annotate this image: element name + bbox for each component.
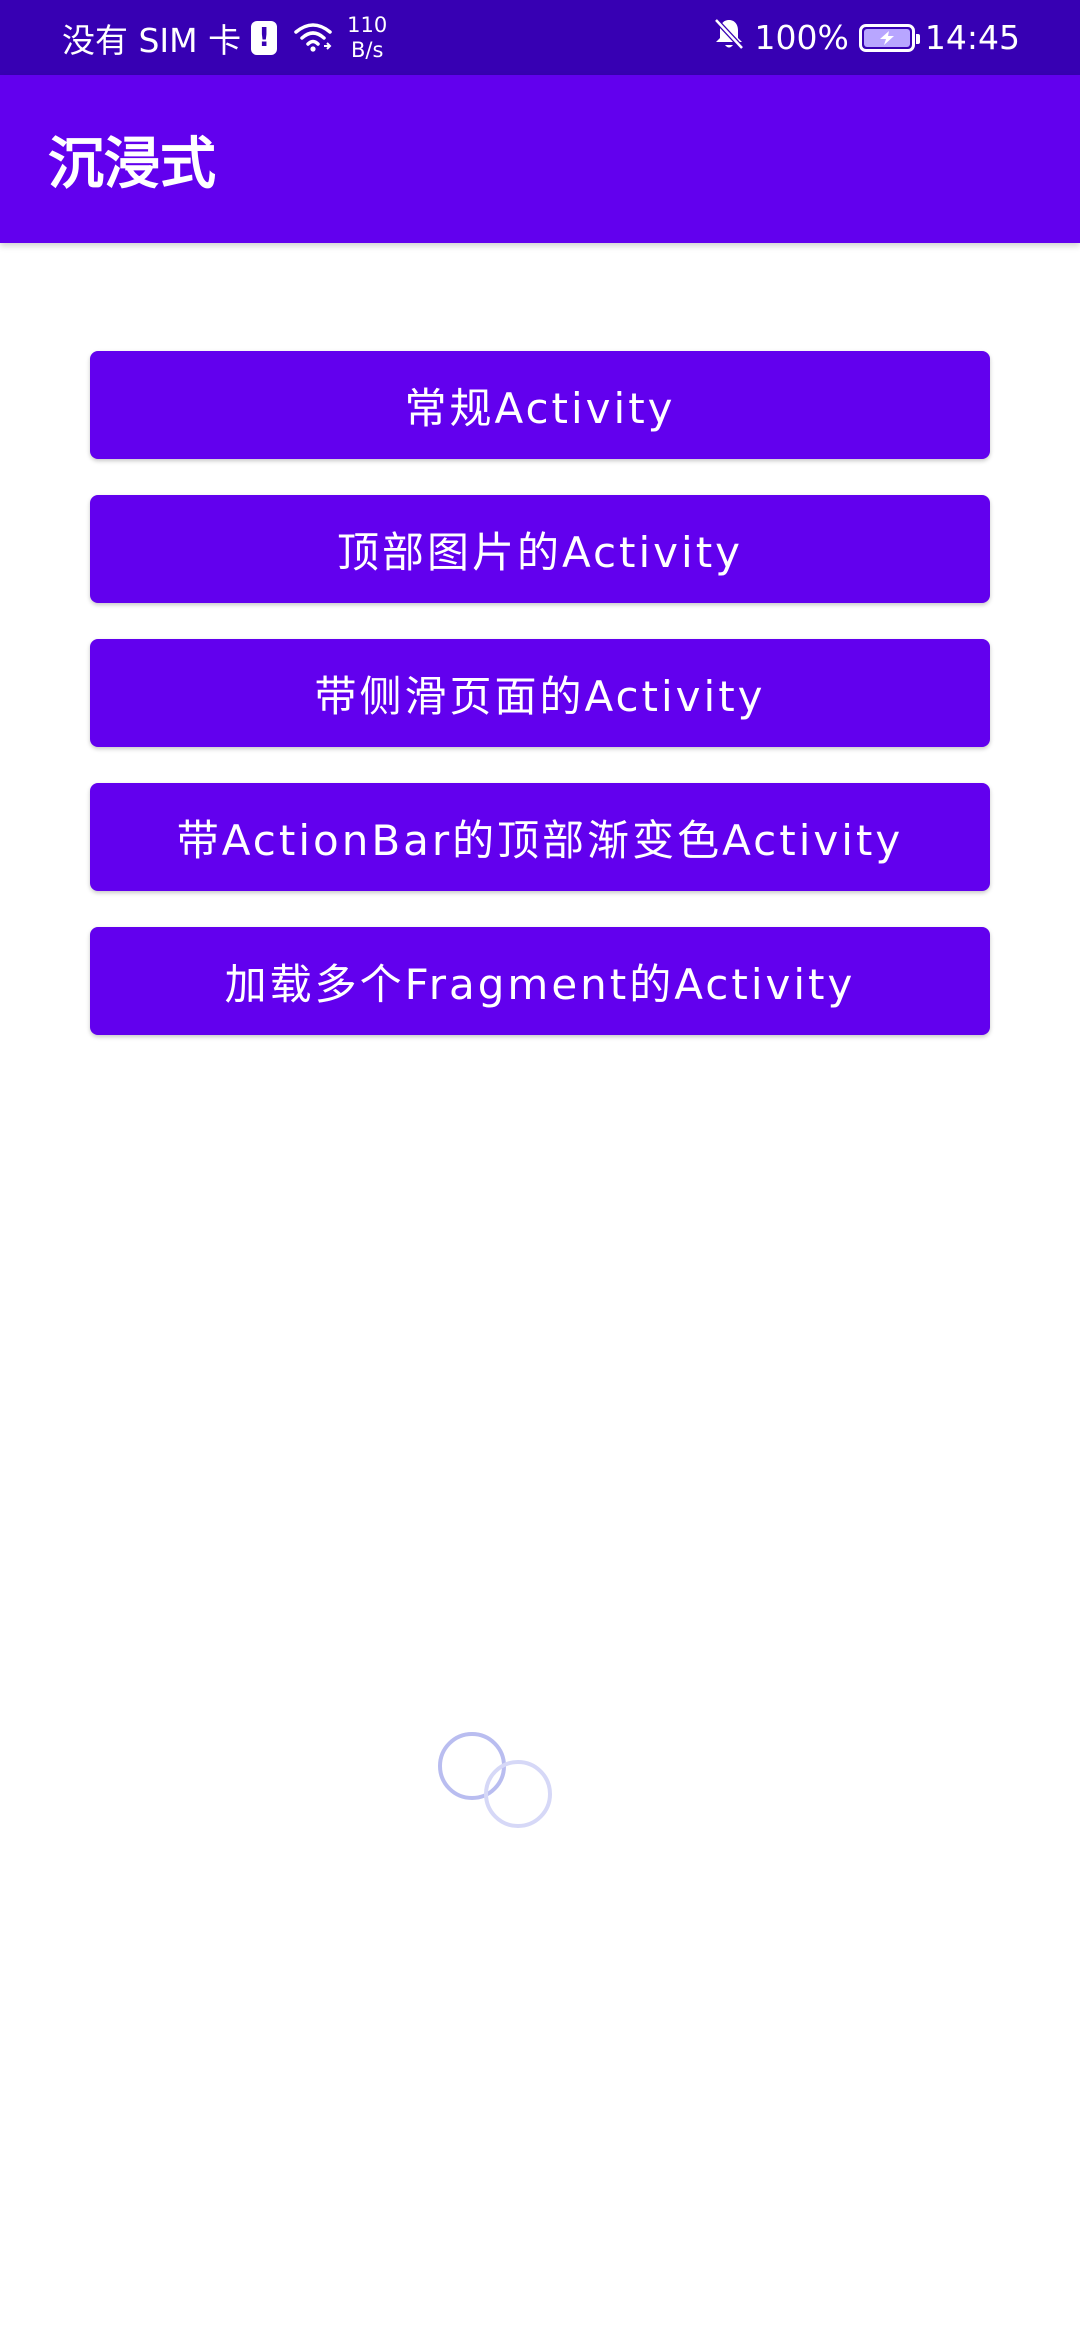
multi-fragment-activity-button[interactable]: 加载多个Fragment的Activity (90, 927, 990, 1035)
app-bar: 沉浸式 (0, 75, 1080, 243)
status-right: 100% 14:45 (713, 0, 1020, 75)
network-speed: 110 B/s (347, 13, 387, 63)
status-bar: 没有 SIM 卡 ! 110 B/s 100% 14:45 (0, 0, 1080, 75)
sim-status-text: 没有 SIM 卡 (62, 20, 242, 60)
mute-bell-icon (713, 17, 745, 59)
loading-circles-icon (436, 1730, 556, 1830)
network-speed-unit: B/s (350, 37, 384, 62)
clock: 14:45 (924, 18, 1020, 57)
battery-percent: 100% (754, 18, 849, 57)
wifi-icon (293, 21, 333, 55)
sim-alert-icon: ! (251, 20, 278, 55)
top-image-activity-button[interactable]: 顶部图片的Activity (90, 495, 990, 603)
side-drawer-activity-button[interactable]: 带侧滑页面的Activity (90, 639, 990, 747)
actionbar-gradient-activity-button[interactable]: 带ActionBar的顶部渐变色Activity (90, 783, 990, 891)
status-left: 没有 SIM 卡 ! 110 B/s (62, 0, 387, 75)
app-title: 沉浸式 (48, 131, 216, 197)
regular-activity-button[interactable]: 常规Activity (90, 351, 990, 459)
bolt-icon (879, 30, 894, 45)
network-speed-value: 110 (347, 12, 388, 37)
battery-charging-icon (858, 23, 920, 52)
screen: 没有 SIM 卡 ! 110 B/s 100% 14:45 沉浸式 常规Acti… (0, 0, 1080, 2340)
